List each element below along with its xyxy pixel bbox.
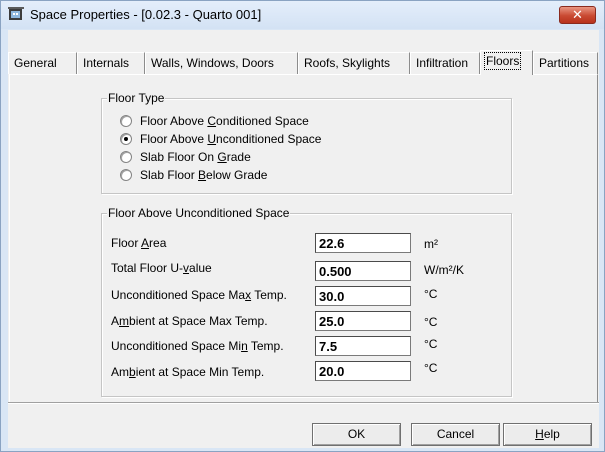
ambient-min-temp-input[interactable]: 20.0 xyxy=(315,361,411,381)
ambient-max-temp-label: Ambient at Space Max Temp. xyxy=(111,314,268,328)
radio-label: Slab Floor On Grade xyxy=(140,150,251,164)
button-separator xyxy=(8,402,599,404)
tab-walls-windows-doors[interactable]: Walls, Windows, Doors xyxy=(145,52,298,74)
tab-roofs-skylights[interactable]: Roofs, Skylights xyxy=(298,52,410,74)
cancel-button[interactable]: Cancel xyxy=(411,423,500,446)
tab-floors[interactable]: Floors xyxy=(480,50,533,75)
tab-label: Internals xyxy=(83,56,130,70)
tab-label: Floors xyxy=(483,52,522,70)
radio-button[interactable] xyxy=(120,169,132,181)
u-value-unit: W/m²/K xyxy=(424,263,464,277)
floor-area-unit: m² xyxy=(424,237,438,251)
floor-type-group: Floor Type Floor Above Conditioned Space… xyxy=(101,91,512,194)
u-value-label: Total Floor U-value xyxy=(111,261,212,275)
uncond-max-temp-unit: °C xyxy=(424,287,438,301)
radio-label: Floor Above Unconditioned Space xyxy=(140,132,322,146)
floor-area-input[interactable]: 22.6 xyxy=(315,233,411,253)
tab-label: Infiltration xyxy=(416,56,469,70)
app-icon xyxy=(8,7,24,20)
radio-button[interactable] xyxy=(120,151,132,163)
help-button[interactable]: Help xyxy=(503,423,592,446)
ambient-min-temp-label: Ambient at Space Min Temp. xyxy=(111,365,265,379)
close-button[interactable]: ✕ xyxy=(559,6,596,24)
tab-partitions[interactable]: Partitions xyxy=(533,52,598,74)
ambient-max-temp-input[interactable]: 25.0 xyxy=(315,311,411,331)
tab-internals[interactable]: Internals xyxy=(77,52,145,74)
radio-button-checked[interactable] xyxy=(120,133,132,145)
floor-details-title: Floor Above Unconditioned Space xyxy=(107,206,291,220)
space-properties-window: Space Properties - [0.02.3 - Quarto 001]… xyxy=(0,0,605,452)
close-icon: ✕ xyxy=(572,7,583,22)
tab-label: Walls, Windows, Doors xyxy=(151,56,274,70)
ambient-min-temp-unit: °C xyxy=(424,361,438,375)
uncond-min-temp-label: Unconditioned Space Min Temp. xyxy=(111,339,284,353)
radio-label: Slab Floor Below Grade xyxy=(140,168,268,182)
tab-general[interactable]: General xyxy=(8,52,77,74)
dialog-client: General Internals Walls, Windows, Doors … xyxy=(8,30,599,448)
tab-label: Roofs, Skylights xyxy=(304,56,391,70)
floor-type-title: Floor Type xyxy=(107,91,166,105)
tab-infiltration[interactable]: Infiltration xyxy=(410,52,480,74)
radio-button[interactable] xyxy=(120,115,132,127)
uncond-min-temp-input[interactable]: 7.5 xyxy=(315,336,411,356)
help-label: elp xyxy=(543,427,560,441)
uncond-max-temp-input[interactable]: 30.0 xyxy=(315,286,411,306)
tab-label: Partitions xyxy=(539,56,590,70)
title-bar[interactable]: Space Properties - [0.02.3 - Quarto 001]… xyxy=(1,1,604,29)
ambient-max-temp-unit: °C xyxy=(424,315,438,329)
help-key: H xyxy=(535,427,544,441)
uncond-max-temp-label: Unconditioned Space Max Temp. xyxy=(111,288,287,302)
tab-label: General xyxy=(14,56,57,70)
ok-button[interactable]: OK xyxy=(312,423,401,446)
floor-area-label: Floor Area xyxy=(111,236,167,250)
radio-label: Floor Above Conditioned Space xyxy=(140,114,309,128)
tab-strip: General Internals Walls, Windows, Doors … xyxy=(8,50,599,75)
floor-details-group: Floor Above Unconditioned Space Floor Ar… xyxy=(101,206,512,397)
window-title: Space Properties - [0.02.3 - Quarto 001] xyxy=(30,7,262,22)
uncond-min-temp-unit: °C xyxy=(424,337,438,351)
u-value-input[interactable]: 0.500 xyxy=(315,261,411,281)
